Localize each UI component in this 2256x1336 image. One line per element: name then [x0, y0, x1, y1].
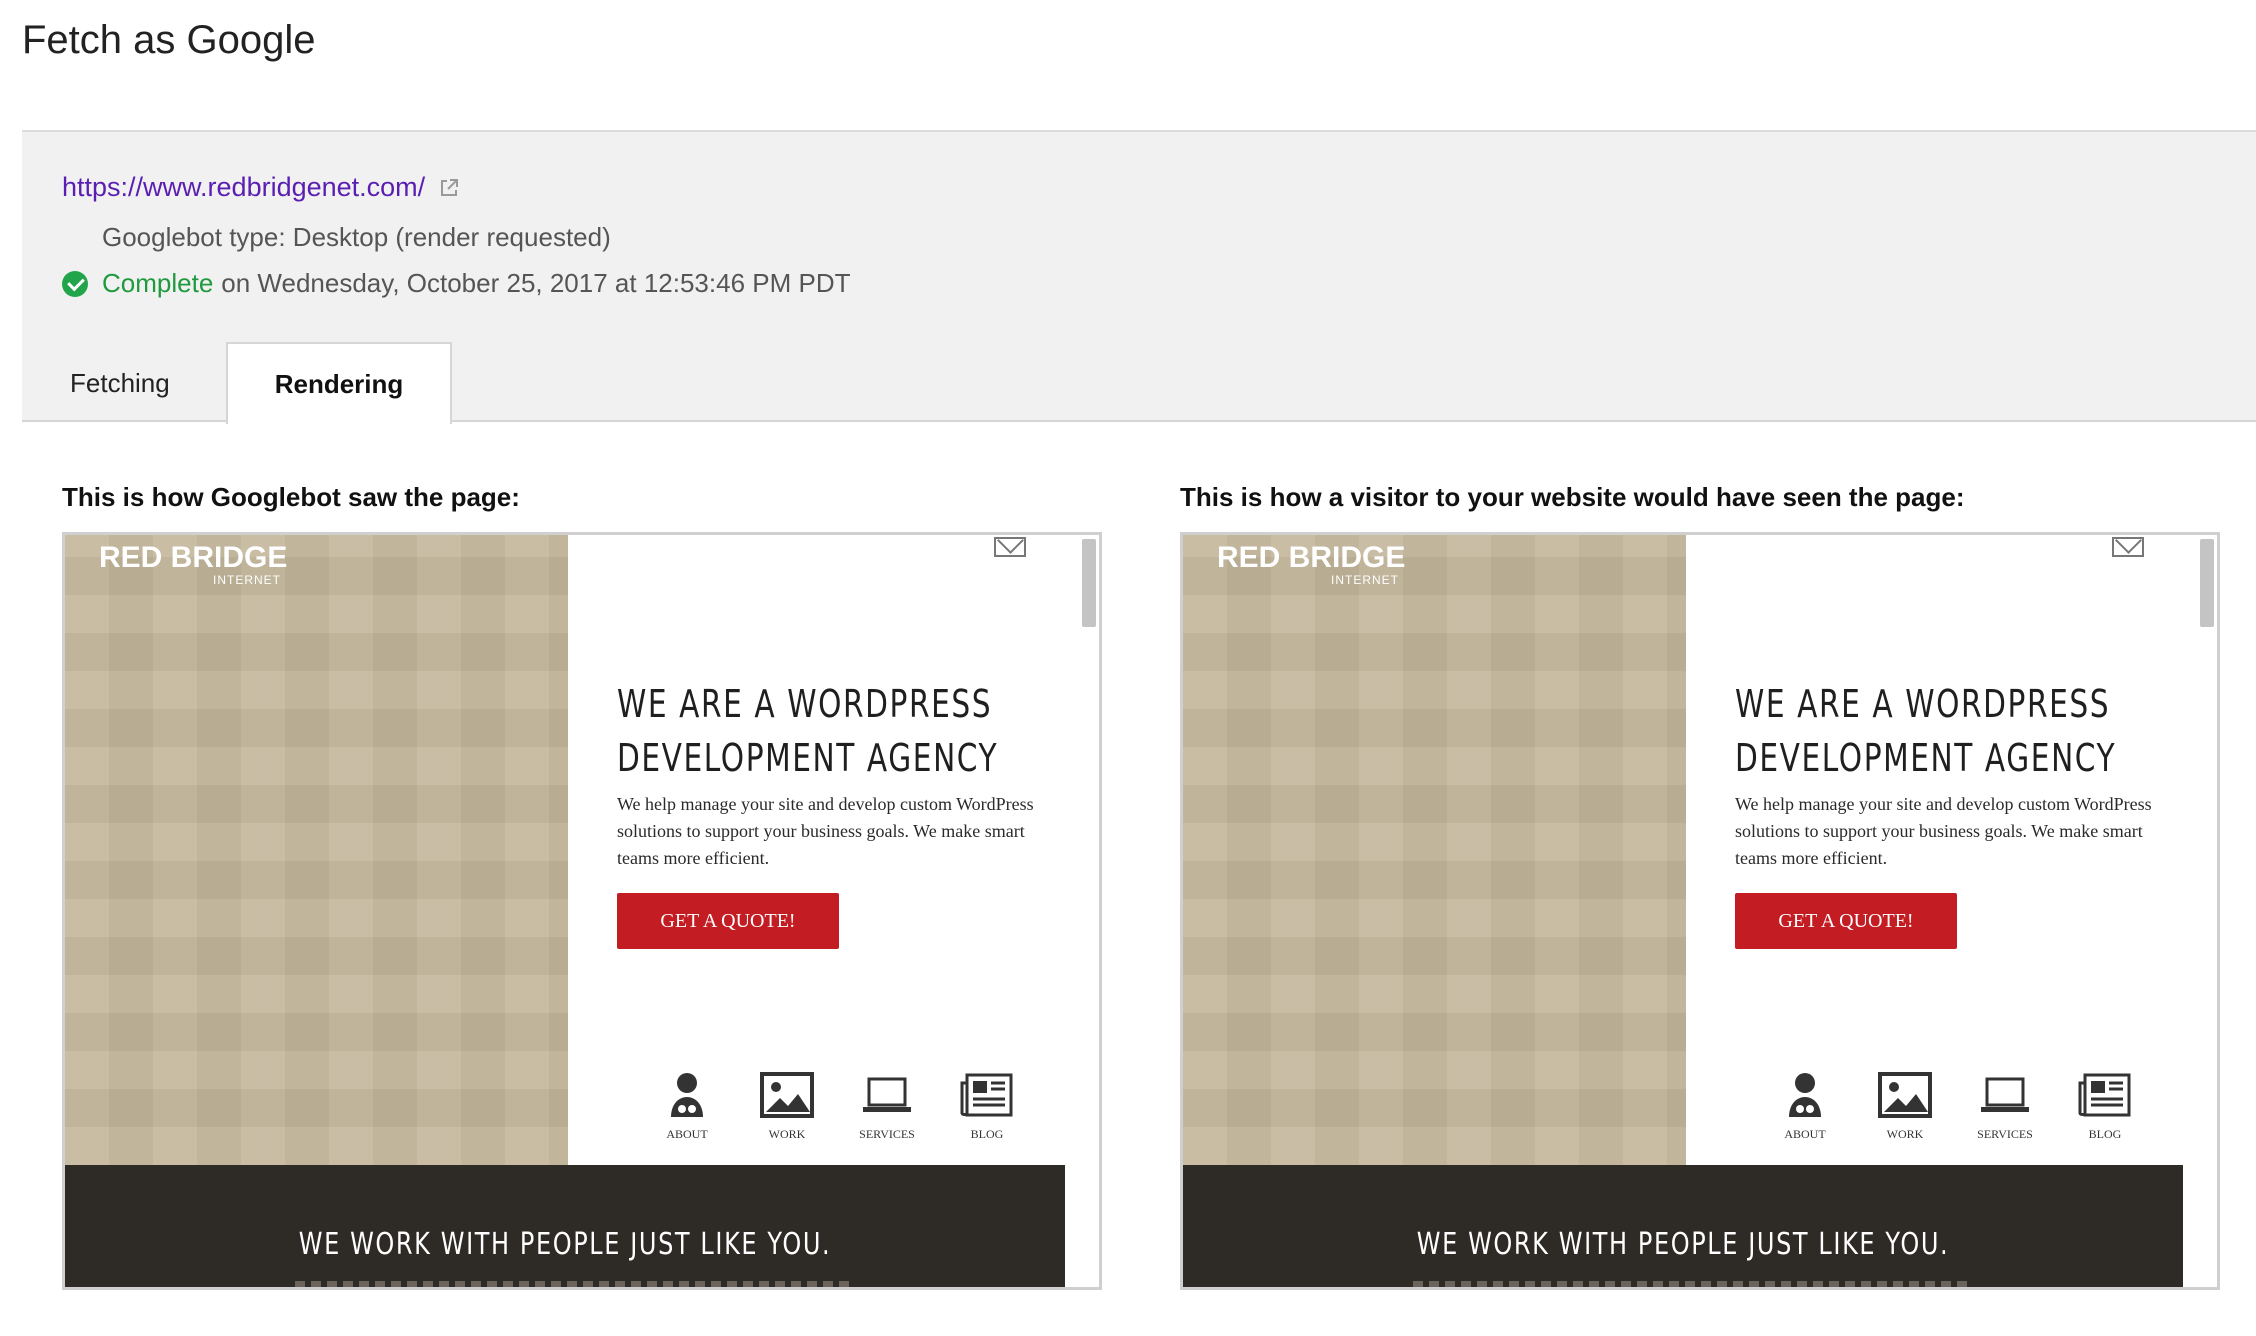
band-subtext-placeholder	[1413, 1281, 1973, 1287]
nav-label-blog: BLOG	[970, 1127, 1004, 1141]
nav-item-about: ABOUT	[1755, 1071, 1855, 1142]
visitor-view-caption: This is how a visitor to your website wo…	[1180, 482, 1965, 512]
site-logo-subtitle: INTERNET	[213, 573, 281, 587]
band-subtext-placeholder	[295, 1281, 855, 1287]
person-icon	[1789, 1073, 1821, 1117]
site-dark-band: WE WORK WITH PEOPLE JUST LIKE YOU.	[1183, 1165, 2183, 1287]
tab-fetching[interactable]: Fetching	[70, 368, 170, 399]
fetch-status: Complete on Wednesday, October 25, 2017 …	[62, 268, 850, 299]
hero-heading: WE ARE A WORDPRESS DEVELOPMENT AGENCY	[617, 677, 999, 785]
get-quote-button: GET A QUOTE!	[617, 893, 839, 949]
nav-item-work: WORK	[1855, 1071, 1955, 1142]
hero-heading-line-2: DEVELOPMENT AGENCY	[617, 736, 999, 780]
page-title: Fetch as Google	[22, 18, 316, 62]
mail-icon	[2112, 537, 2144, 557]
laptop-icon	[1981, 1077, 2029, 1112]
nav-item-about: ABOUT	[637, 1071, 737, 1142]
mail-icon	[994, 537, 1026, 557]
nav-label-services: SERVICES	[1977, 1127, 2033, 1141]
fetch-status-panel: https://www.redbridgenet.com/ Googlebot …	[22, 130, 2256, 424]
site-logo: RED BRIDGE	[99, 541, 288, 574]
nav-label-about: ABOUT	[1784, 1127, 1826, 1141]
band-heading: WE WORK WITH PEOPLE JUST LIKE YOU.	[298, 1227, 832, 1262]
site-nav-icons: ABOUT WORK SERVICES BLOG	[1755, 1071, 2155, 1142]
site-sidebar-image: RED BRIDGE INTERNET	[1183, 535, 1686, 1165]
url-row: https://www.redbridgenet.com/	[62, 172, 459, 203]
nav-item-blog: BLOG	[2055, 1071, 2155, 1142]
hero-heading-line-1: WE ARE A WORDPRESS	[1735, 682, 2111, 726]
site-dark-band: WE WORK WITH PEOPLE JUST LIKE YOU.	[65, 1165, 1065, 1287]
site-nav-icons: ABOUT WORK SERVICES BLOG	[637, 1071, 1037, 1142]
hero-heading-line-1: WE ARE A WORDPRESS	[617, 682, 993, 726]
googlebot-type: Googlebot type: Desktop (render requeste…	[102, 222, 611, 252]
scroll-thumb[interactable]	[1082, 539, 1096, 627]
external-link-icon[interactable]	[439, 178, 459, 198]
scroll-thumb[interactable]	[2200, 539, 2214, 627]
nav-item-blog: BLOG	[937, 1071, 1037, 1142]
frame-scrollbar[interactable]	[2196, 535, 2217, 1165]
hero-heading: WE ARE A WORDPRESS DEVELOPMENT AGENCY	[1735, 677, 2117, 785]
frame-scrollbar[interactable]	[1078, 535, 1099, 1165]
hero-heading-line-2: DEVELOPMENT AGENCY	[1735, 736, 2117, 780]
nav-label-services: SERVICES	[859, 1127, 915, 1141]
fetched-url-link[interactable]: https://www.redbridgenet.com/	[62, 172, 425, 203]
band-heading: WE WORK WITH PEOPLE JUST LIKE YOU.	[1416, 1227, 1950, 1262]
image-icon	[1878, 1072, 1932, 1118]
newspaper-icon	[2078, 1073, 2131, 1117]
image-icon	[760, 1072, 814, 1118]
tab-rendering[interactable]: Rendering	[226, 342, 452, 424]
nav-item-work: WORK	[737, 1071, 837, 1142]
nav-item-services: SERVICES	[837, 1071, 937, 1142]
nav-label-work: WORK	[768, 1127, 806, 1141]
hero-paragraph: We help manage your site and develop cus…	[617, 794, 1034, 868]
status-complete-label: Complete	[102, 268, 214, 298]
site-logo: RED BRIDGE	[1217, 541, 1406, 574]
site-sidebar-image: RED BRIDGE INTERNET	[65, 535, 568, 1165]
googlebot-view-caption: This is how Googlebot saw the page:	[62, 482, 520, 512]
laptop-icon	[863, 1077, 911, 1112]
googlebot-render-frame[interactable]: RED BRIDGE INTERNET WE ARE A WORDPRESS D…	[62, 532, 1102, 1290]
hero-paragraph: We help manage your site and develop cus…	[1735, 794, 2152, 868]
person-icon	[671, 1073, 703, 1117]
nav-label-work: WORK	[1886, 1127, 1924, 1141]
nav-label-blog: BLOG	[2088, 1127, 2122, 1141]
status-timestamp: on Wednesday, October 25, 2017 at 12:53:…	[221, 268, 851, 298]
visitor-render-frame[interactable]: RED BRIDGE INTERNET WE ARE A WORDPRESS D…	[1180, 532, 2220, 1290]
get-quote-button: GET A QUOTE!	[1735, 893, 1957, 949]
newspaper-icon	[960, 1073, 1013, 1117]
nav-item-services: SERVICES	[1955, 1071, 2055, 1142]
nav-label-about: ABOUT	[666, 1127, 708, 1141]
check-circle-icon	[62, 270, 88, 297]
site-logo-subtitle: INTERNET	[1331, 573, 1399, 587]
